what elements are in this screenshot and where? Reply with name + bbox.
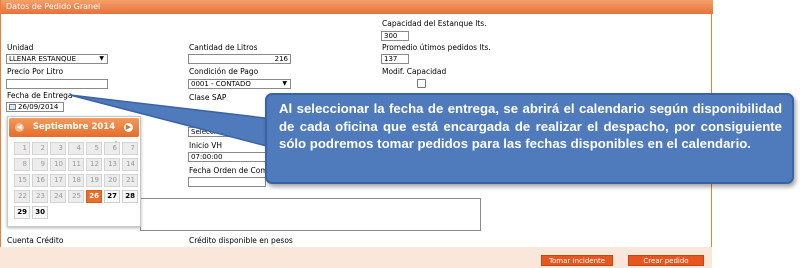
calendar-day: 9 — [32, 158, 48, 171]
calendar-day: 17 — [50, 174, 66, 187]
datepicker-title: Septiembre 2014 — [32, 122, 116, 132]
datepicker: ◀ Septiembre 2014 ▶ LuMaMiJuViSáDo123456… — [7, 116, 141, 227]
capacidad-label: Capacidad del Estanque lts. — [382, 19, 487, 28]
calendar-day: 24 — [50, 190, 66, 203]
inicio-label: Inicio VH — [189, 141, 222, 150]
modif-capacidad-checkbox[interactable] — [417, 79, 426, 88]
fecha-orden-input[interactable] — [188, 177, 266, 187]
calendar-day: 23 — [32, 190, 48, 203]
condicion-pago-value: 0001 - CONTADO — [191, 80, 251, 88]
calendar-day[interactable]: 26 — [86, 190, 102, 203]
fecha-entrega-value: 26/09/2014 — [18, 103, 59, 111]
cuenta-credito-label: Cuenta Crédito — [7, 236, 64, 245]
datepicker-header: ◀ Septiembre 2014 ▶ — [9, 118, 139, 137]
credito-disponible-label: Crédito disponible en pesos — [189, 236, 293, 245]
panel-title: Datos de Pedido Granel — [1, 0, 713, 14]
calendar-day: 12 — [86, 158, 102, 171]
chevron-left-icon[interactable]: ◀ — [15, 123, 24, 132]
condicion-pago-label: Condición de Pago — [189, 67, 259, 76]
calendar-day: 19 — [86, 174, 102, 187]
calendar-day[interactable]: 27 — [104, 190, 120, 203]
calendar-day: 18 — [68, 174, 84, 187]
cantidad-label: Cantidad de Litros — [189, 43, 258, 52]
precio-input[interactable] — [6, 79, 108, 89]
calendar-day: 20 — [104, 174, 120, 187]
calendar-day: 22 — [14, 190, 30, 203]
cantidad-input[interactable]: 216 — [188, 54, 291, 64]
calendar-day: 16 — [32, 174, 48, 187]
calendar-day: 8 — [14, 158, 30, 171]
condicion-select[interactable]: Seleccione — [188, 127, 266, 137]
chevron-right-icon[interactable]: ▶ — [124, 123, 133, 132]
condicion-select-value: Seleccione — [191, 128, 229, 136]
calendar-day: 25 — [68, 190, 84, 203]
calendar-day[interactable]: 28 — [122, 190, 138, 203]
calendar-icon[interactable] — [9, 104, 16, 110]
calendar-day: 21 — [122, 174, 138, 187]
calendar-day: 15 — [14, 174, 30, 187]
calendar-day: 6 — [104, 142, 120, 155]
calendar-day: 13 — [104, 158, 120, 171]
inicio-input[interactable]: 07:00:00 — [188, 152, 266, 162]
callout-note: Al seleccionar la fecha de entrega, se a… — [265, 93, 794, 184]
calendar-day: 10 — [50, 158, 66, 171]
fecha-entrega-label: Fecha de Entrega — [7, 91, 73, 100]
promedio-input[interactable]: 137 — [381, 54, 409, 64]
calendar-day: 5 — [86, 142, 102, 155]
observaciones-textarea[interactable] — [140, 198, 481, 231]
dropdown-arrow-icon: ▼ — [282, 80, 287, 87]
calendar-day: 11 — [68, 158, 84, 171]
unidad-select[interactable]: LLENAR ESTANQUE ▼ — [6, 54, 108, 64]
calendar-day: 14 — [122, 158, 138, 171]
condicion-pago-select[interactable]: 0001 - CONTADO ▼ — [188, 79, 291, 89]
fecha-entrega-input[interactable]: 26/09/2014 — [6, 102, 64, 112]
dropdown-arrow-icon: ▼ — [99, 55, 104, 62]
crear-pedido-button[interactable]: Crear pedido — [628, 255, 704, 266]
calendar-day: 2 — [32, 142, 48, 155]
calendar-day[interactable]: 29 — [14, 206, 30, 219]
calendar-day: 3 — [50, 142, 66, 155]
tomar-incidente-button[interactable]: Tomar Incidente — [541, 255, 613, 266]
calendar-day: 4 — [68, 142, 84, 155]
promedio-label: Promedio útimos pedidos lts. — [382, 43, 491, 52]
condicion-label: Condicio — [189, 116, 222, 125]
calendar-day[interactable]: 30 — [32, 206, 48, 219]
clase-sap-label: Clase SAP — [189, 93, 227, 102]
modif-capacidad-label: Modif. Capacidad — [382, 67, 447, 76]
unidad-label: Unidad — [7, 43, 34, 52]
calendar-day: 7 — [122, 142, 138, 155]
capacidad-input[interactable]: 300 — [381, 31, 409, 41]
calendar-day: 1 — [14, 142, 30, 155]
unidad-select-value: LLENAR ESTANQUE — [9, 55, 77, 63]
precio-label: Precio Por Litro — [7, 67, 64, 76]
